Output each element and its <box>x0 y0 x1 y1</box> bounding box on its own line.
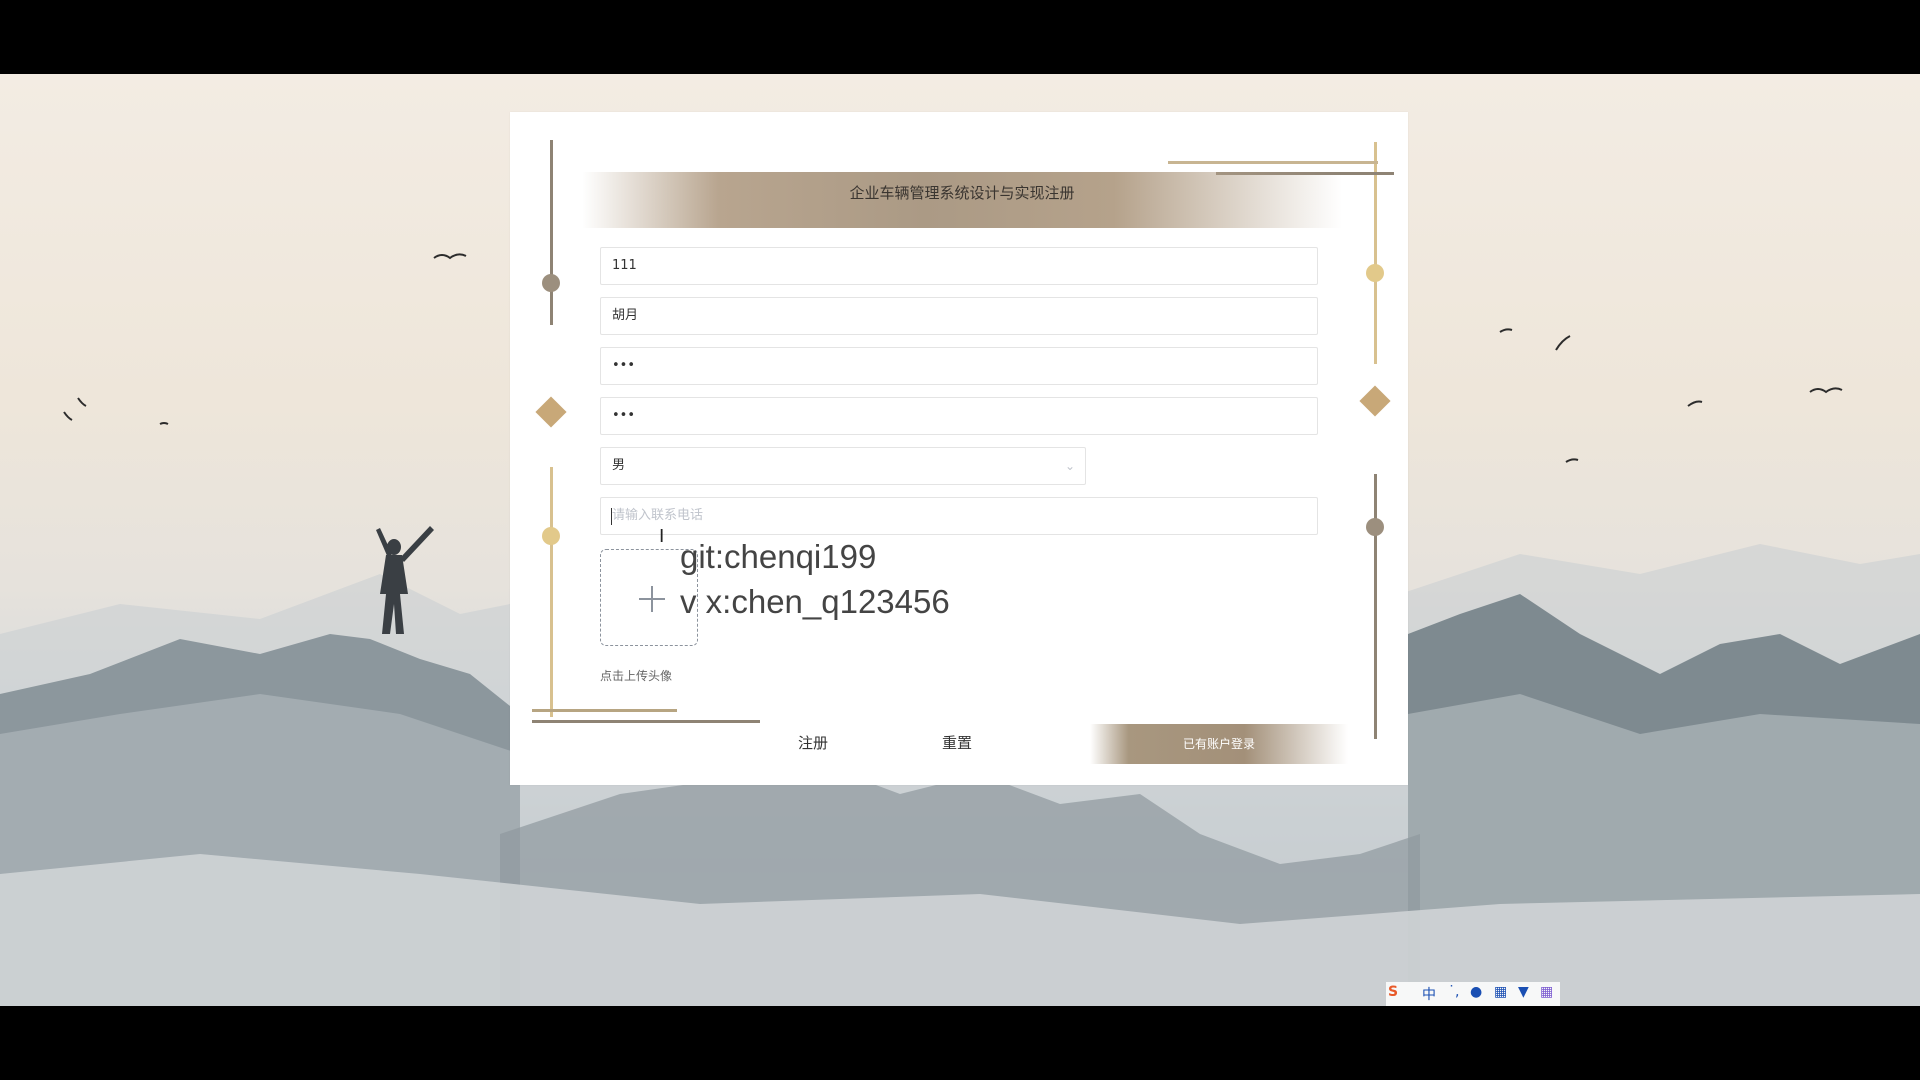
page-title: 企业车辆管理系统设计与实现注册 <box>582 172 1342 228</box>
gender-value: 男 <box>612 458 626 473</box>
keyboard-icon[interactable]: ▦ <box>1494 984 1507 1000</box>
left-deco-diamond <box>535 396 567 428</box>
account-field[interactable]: 111 <box>600 247 1318 285</box>
bottom-deco-line-2 <box>532 720 760 723</box>
skin-icon[interactable]: ▼ <box>1518 984 1529 1000</box>
password-field[interactable]: ••• <box>600 347 1318 385</box>
right-deco-line-bottom <box>1374 474 1377 739</box>
register-button[interactable]: 注册 <box>798 732 828 753</box>
punctuation-icon[interactable]: ˙, <box>1448 984 1459 1000</box>
left-deco-line-top <box>550 140 553 325</box>
watermark-line-1: git:chenqi199 <box>680 538 877 575</box>
right-deco-line-top <box>1374 142 1377 364</box>
ime-lang-toggle[interactable]: 中 <box>1422 984 1436 1004</box>
background-scene: 企业车辆管理系统设计与实现注册 111 胡月 ••• ••• 男 ⌄ 请输入联系… <box>0 74 1920 1006</box>
ibeam-cursor-icon: I <box>659 526 665 547</box>
bottom-deco-line-1 <box>532 709 677 712</box>
left-deco-dot-gold <box>542 527 560 545</box>
sogou-ime-icon[interactable]: S <box>1388 984 1398 1000</box>
login-link-button[interactable]: 已有账户登录 <box>1090 724 1348 764</box>
plus-icon-vertical <box>651 586 653 612</box>
phone-placeholder: 请输入联系电话 <box>612 508 704 523</box>
left-deco-line-bottom <box>550 467 553 717</box>
top-deco-line-1 <box>1168 161 1378 164</box>
name-field[interactable]: 胡月 <box>600 297 1318 335</box>
microphone-icon[interactable]: ● <box>1470 984 1482 1000</box>
grid-icon[interactable]: ▦ <box>1540 984 1553 1000</box>
upload-hint: 点击上传头像 <box>600 669 673 683</box>
confirm-password-field[interactable]: ••• <box>600 397 1318 435</box>
video-letterbox-top <box>0 0 1920 74</box>
right-deco-dot-gold <box>1366 264 1384 282</box>
gender-select[interactable]: 男 ⌄ <box>600 447 1086 485</box>
text-caret <box>611 508 612 525</box>
right-deco-dot <box>1366 518 1384 536</box>
reset-button[interactable]: 重置 <box>942 732 972 753</box>
video-letterbox-bottom <box>0 1006 1920 1080</box>
watermark-line-2: v x:chen_q123456 <box>680 583 950 620</box>
register-card: 企业车辆管理系统设计与实现注册 111 胡月 ••• ••• 男 ⌄ 请输入联系… <box>510 112 1408 785</box>
chevron-down-icon: ⌄ <box>1064 459 1075 473</box>
phone-field[interactable]: 请输入联系电话 <box>600 497 1318 535</box>
left-deco-dot <box>542 274 560 292</box>
right-deco-diamond <box>1359 385 1391 417</box>
ime-toolbar[interactable]: S 中 ˙, ● ▦ ▼ ▦ <box>1386 982 1560 1006</box>
